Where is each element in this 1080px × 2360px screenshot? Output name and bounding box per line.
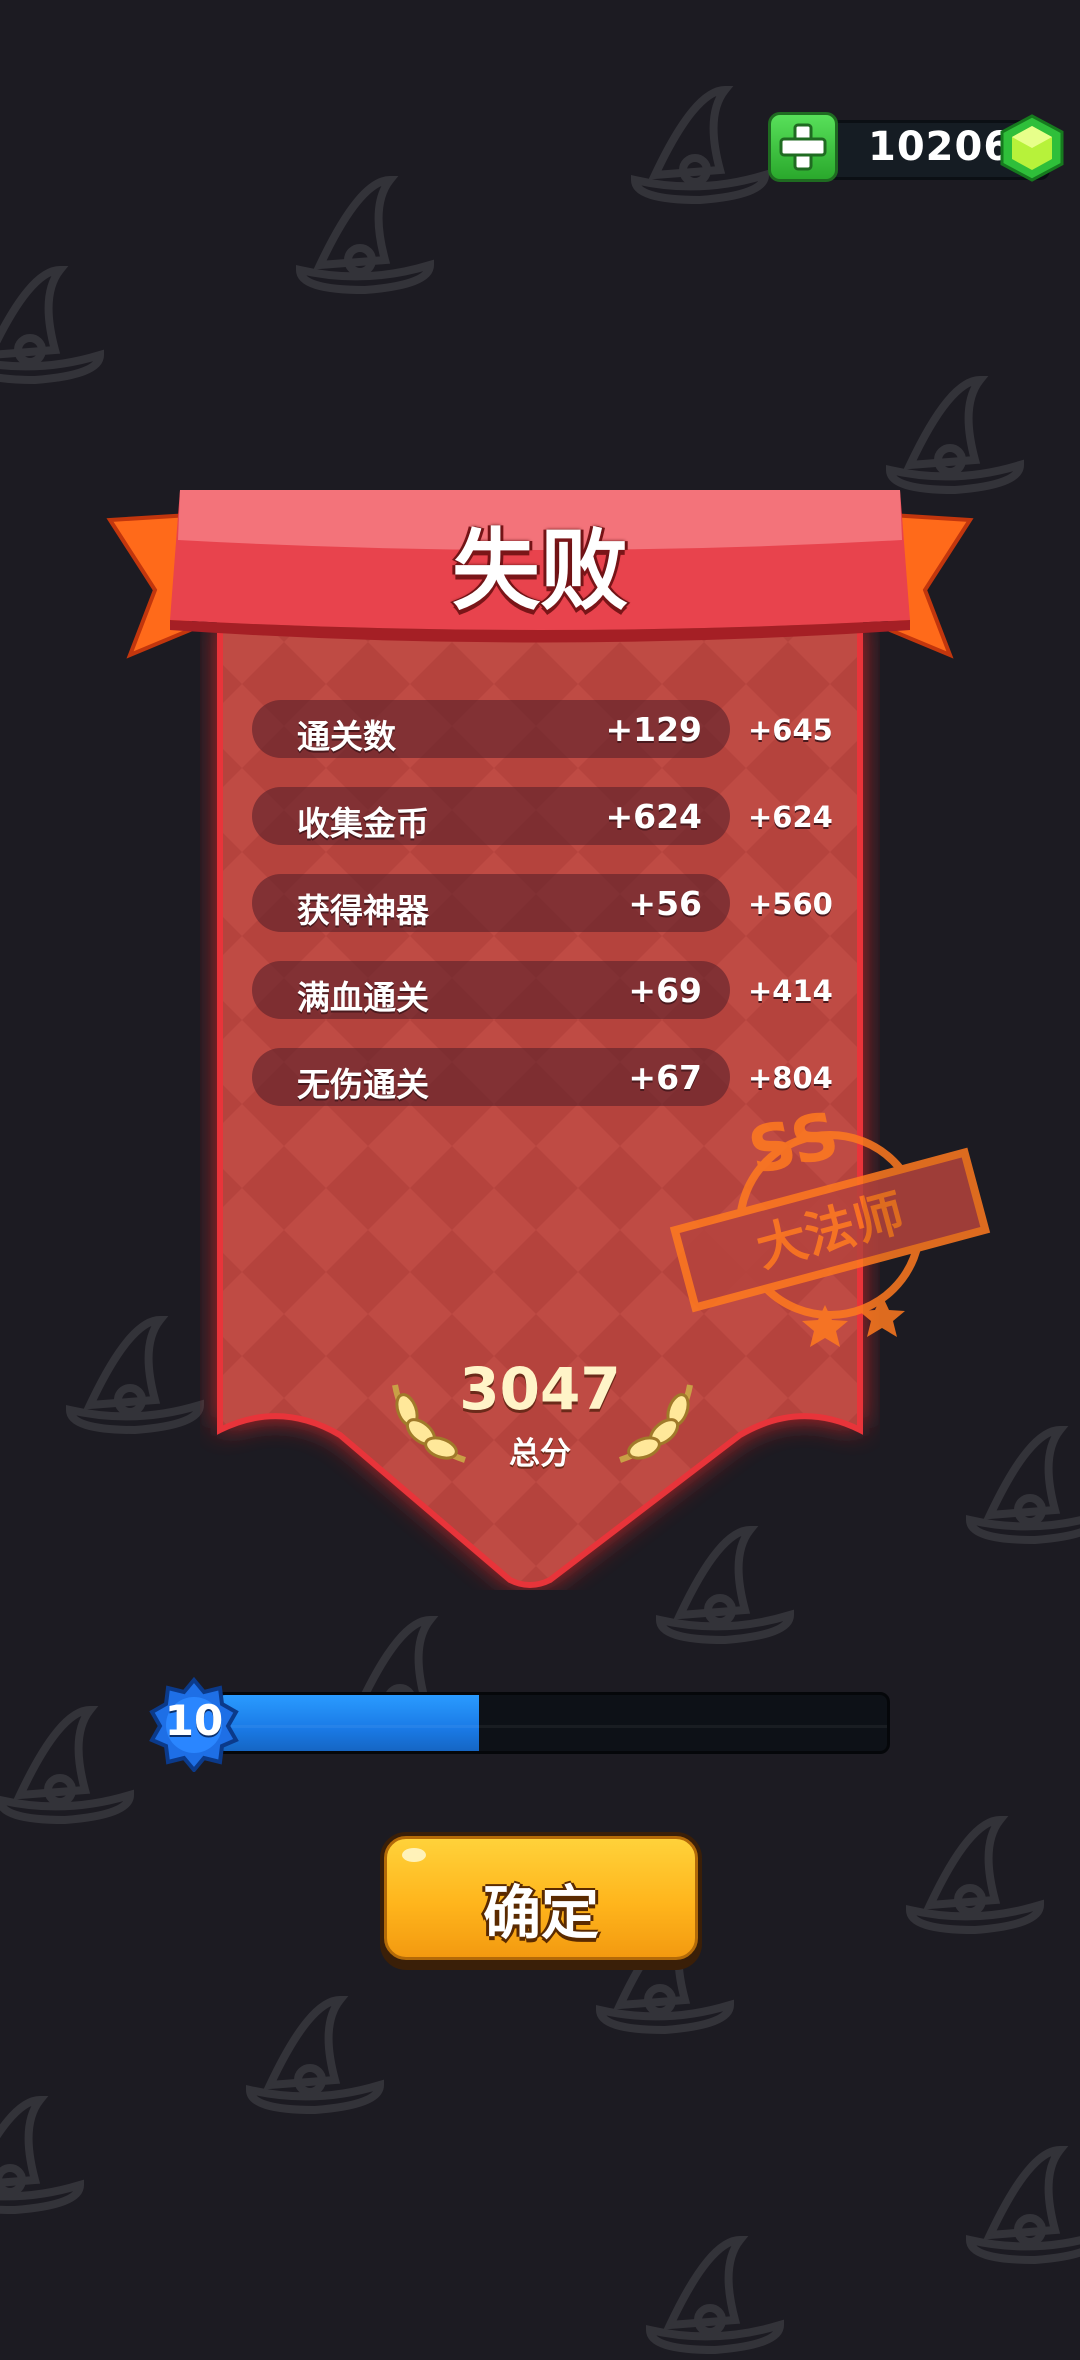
score-row-points: +624 xyxy=(748,800,833,834)
score-row-label: 收集金币 xyxy=(297,804,429,843)
score-row: 获得神器 +56 +560 xyxy=(252,874,833,934)
score-row-value: +69 xyxy=(628,971,702,1010)
gem-currency-bar: 10206 xyxy=(768,112,1068,182)
level-progress-fill xyxy=(218,1695,479,1751)
hat-icon xyxy=(245,1995,385,2115)
result-title: 失败 xyxy=(451,519,628,622)
hat-icon xyxy=(885,375,1025,495)
score-row: 满血通关 +69 +414 xyxy=(252,961,833,1021)
score-list: 通关数 +129 +645 收集金币 +624 +624 获得神器 +56 +5… xyxy=(252,700,833,1135)
hat-icon xyxy=(630,85,770,205)
level-progress-bar xyxy=(215,1692,890,1754)
score-row-points: +414 xyxy=(748,974,833,1008)
score-row-label: 无伤通关 xyxy=(297,1065,429,1104)
hat-icon xyxy=(905,1815,1045,1935)
add-gems-button[interactable] xyxy=(768,112,838,182)
hat-icon xyxy=(645,2235,785,2355)
confirm-button-label: 确定 xyxy=(482,1879,599,1947)
score-row: 收集金币 +624 +624 xyxy=(252,787,833,847)
confirm-button[interactable]: 确定 xyxy=(380,1832,702,1970)
score-row-value: +56 xyxy=(628,884,702,923)
green-gem-icon xyxy=(1000,114,1064,182)
level-number: 10 xyxy=(164,1696,224,1745)
score-row-points: +645 xyxy=(748,713,833,747)
score-row-label: 满血通关 xyxy=(297,978,429,1017)
plus-icon xyxy=(779,123,827,171)
score-row-value: +129 xyxy=(605,710,702,749)
rank-stamp: 大法师 SS xyxy=(669,1099,991,1347)
score-row-label: 获得神器 xyxy=(297,891,429,930)
star-icon xyxy=(802,1295,905,1347)
level-progress-groove xyxy=(218,1725,887,1728)
hat-icon xyxy=(295,175,435,295)
hat-icon xyxy=(0,1705,135,1825)
confirm-button-shine xyxy=(402,1848,426,1862)
score-row-label: 通关数 xyxy=(297,717,396,756)
hat-icon xyxy=(0,265,105,385)
stamp-grade-text: SS xyxy=(742,1099,845,1190)
hat-icon xyxy=(0,2095,85,2215)
total-score-label: 总分 xyxy=(509,1436,571,1472)
score-row-value: +624 xyxy=(605,797,702,836)
score-row-points: +560 xyxy=(748,887,833,921)
hat-icon xyxy=(965,2145,1080,2265)
total-score: 3047 xyxy=(459,1355,621,1423)
score-row: 通关数 +129 +645 xyxy=(252,700,833,760)
gem-amount: 10206 xyxy=(868,124,1013,170)
